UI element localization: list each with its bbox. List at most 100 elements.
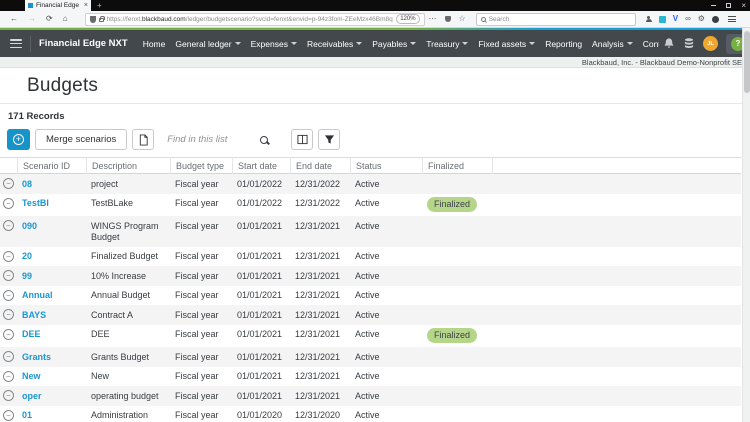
url-path: /ledger/budgetscenario?svcid=fenxt&envid… [185, 15, 393, 23]
scenario-id-link[interactable]: 08 [22, 179, 32, 189]
back-icon[interactable]: ← [10, 15, 18, 23]
page-actions-icon[interactable]: ⋯ [429, 15, 437, 23]
budget-type-cell: Fiscal year [175, 290, 219, 300]
minus-circle-icon[interactable]: − [3, 328, 14, 340]
scenario-id-link[interactable]: 090 [22, 221, 37, 231]
nav-item-fixed-assets[interactable]: Fixed assets [473, 39, 540, 49]
column-header-end-date[interactable]: End date [290, 157, 350, 174]
nav-item-label: Home [142, 38, 166, 49]
scenario-id-link[interactable]: 99 [22, 271, 32, 281]
finalized-badge: Finalized [427, 197, 478, 212]
column-header-description[interactable]: Description [86, 157, 170, 174]
nav-item-treasury[interactable]: Treasury [421, 39, 473, 49]
description-cell: Administration [91, 410, 149, 420]
choose-columns-button[interactable] [291, 129, 314, 150]
database-icon[interactable] [683, 37, 695, 50]
nav-item-control-panel[interactable]: Control panel [638, 39, 659, 49]
nav-item-receivables[interactable]: Receivables [302, 39, 367, 49]
merge-scenarios-button[interactable]: Merge scenarios [35, 129, 128, 150]
row-remove-cell: − [0, 266, 17, 285]
scenario-id-link[interactable]: BAYS [22, 310, 46, 320]
description-cell: TestBLake [91, 198, 134, 208]
minus-circle-icon[interactable]: − [3, 390, 14, 401]
window-maximize-button[interactable] [726, 3, 732, 8]
scenario-id-cell: TestBl [17, 194, 86, 214]
tab-close-icon[interactable]: × [84, 2, 88, 9]
minus-circle-icon[interactable]: − [3, 250, 14, 262]
column-header-status[interactable]: Status [350, 157, 422, 174]
finalized-cell [422, 216, 492, 225]
minus-circle-icon[interactable]: − [3, 289, 14, 301]
window-controls: × [711, 0, 746, 11]
home-icon[interactable]: ⌂ [63, 15, 68, 23]
finalized-cell [422, 305, 492, 314]
minus-circle-icon[interactable]: − [3, 309, 14, 320]
account-icon[interactable] [645, 16, 652, 22]
column-header-scenario-id[interactable]: Scenario ID [17, 157, 86, 174]
app-nav: Financial Edge NXT Home General ledger Exp… [0, 30, 750, 57]
page-scrollbar[interactable] [742, 28, 750, 422]
export-button[interactable] [132, 129, 155, 150]
pocket-icon[interactable] [444, 16, 451, 22]
forward-icon[interactable]: → [28, 15, 36, 23]
user-avatar[interactable]: JL [703, 36, 718, 51]
gear-icon[interactable]: ⚙ [698, 15, 705, 23]
row-filler [492, 325, 741, 334]
column-header-budget-type[interactable]: Budget type [170, 157, 232, 174]
nav-item-home[interactable]: Home [138, 39, 171, 49]
minus-circle-icon[interactable]: − [3, 351, 14, 362]
scrollbar-thumb[interactable] [744, 31, 750, 93]
start-date-cell: 01/01/2021 [237, 220, 283, 231]
minus-circle-icon[interactable]: − [3, 270, 14, 281]
notifications-bell-icon[interactable] [663, 37, 675, 50]
app-brand[interactable]: Financial Edge NXT [39, 38, 128, 49]
browser-search-input[interactable]: Search [475, 12, 636, 26]
new-tab-button[interactable]: + [91, 0, 108, 11]
v-extension-icon[interactable]: V [673, 15, 678, 23]
nav-item-expenses[interactable]: Expenses [246, 39, 302, 49]
url-bar[interactable]: https://fenxt.blackbaud.com/ledger/budge… [84, 12, 425, 26]
plus-circle-icon: + [13, 134, 24, 145]
find-search-icon[interactable] [260, 135, 269, 144]
nav-item-reporting[interactable]: Reporting [540, 39, 587, 49]
minus-circle-icon[interactable]: − [3, 197, 14, 209]
window-close-button[interactable]: × [741, 1, 746, 10]
scenario-id-link[interactable]: Annual [22, 290, 53, 300]
infinity-extension-icon[interactable]: ∞ [685, 15, 691, 23]
start-date-cell: 01/01/2021 [237, 251, 283, 261]
column-header-finalized[interactable]: Finalized [422, 157, 492, 174]
scenario-id-link[interactable]: 20 [22, 251, 32, 261]
refresh-icon[interactable]: ⟳ [46, 15, 53, 23]
browser-menu-icon[interactable] [727, 16, 736, 22]
bookmark-star-icon[interactable]: ☆ [459, 15, 466, 23]
window-minimize-button[interactable] [711, 5, 717, 6]
minus-circle-icon[interactable]: − [3, 220, 14, 231]
shield-icon[interactable] [89, 15, 96, 23]
minus-circle-icon[interactable]: − [3, 178, 14, 189]
browser-tab[interactable]: Financial Edge NXT × [25, 0, 91, 11]
add-budget-button[interactable]: + [7, 129, 30, 150]
nav-item-payables[interactable]: Payables [367, 39, 421, 49]
scenario-id-link[interactable]: 01 [22, 410, 32, 420]
nav-item-general-ledger[interactable]: General ledger [170, 39, 245, 49]
scenario-id-link[interactable]: TestBl [22, 198, 49, 208]
budget-type-cell: Fiscal year [175, 198, 219, 208]
scenario-id-link[interactable]: New [22, 371, 41, 381]
scenario-id-link[interactable]: DEE [22, 329, 41, 339]
zoom-level-badge[interactable]: 120% [396, 14, 420, 24]
description-cell: New [91, 371, 110, 381]
nav-item-analysis[interactable]: Analysis [587, 39, 638, 49]
container-extension-icon[interactable] [658, 15, 666, 23]
find-in-list-input[interactable]: Find in this list [167, 134, 272, 145]
app-menu-icon[interactable] [10, 39, 22, 48]
scenario-id-link[interactable]: oper [22, 391, 42, 401]
browser-titlebar: Financial Edge NXT × + × [0, 0, 750, 11]
profile-extension-icon[interactable] [711, 15, 719, 23]
minus-circle-icon[interactable]: − [3, 370, 14, 382]
scenario-id-link[interactable]: Grants [22, 352, 51, 362]
column-header-start-date[interactable]: Start date [232, 157, 290, 174]
url-text: https://fenxt.blackbaud.com/ledger/budge… [107, 16, 394, 23]
minus-circle-icon[interactable]: − [3, 409, 14, 421]
end-date-cell: 12/31/2021 [295, 290, 341, 300]
filter-button[interactable] [318, 129, 341, 150]
